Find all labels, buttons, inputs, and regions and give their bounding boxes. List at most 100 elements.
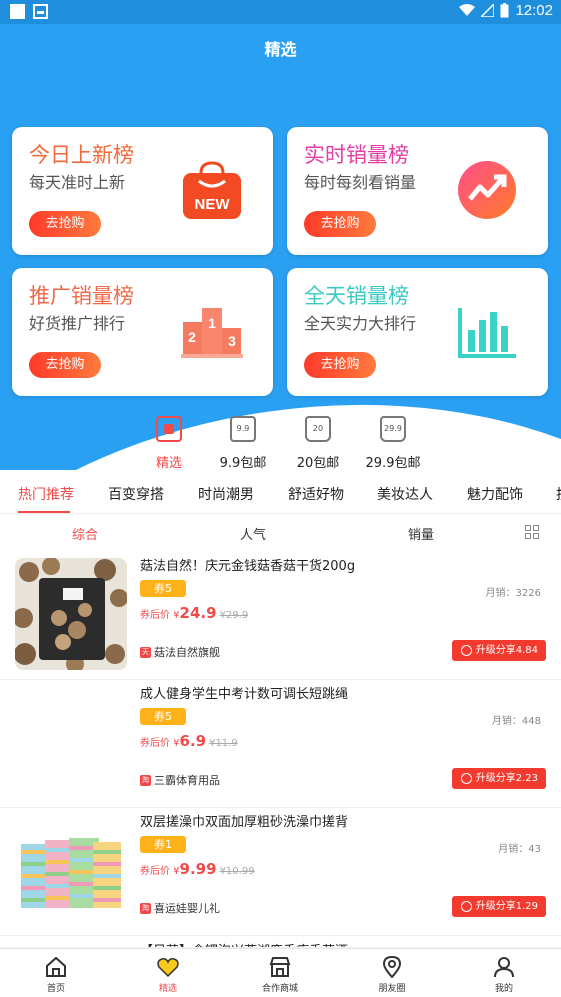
rank-card-title: 实时销量榜	[304, 143, 409, 167]
bar-chart-icon	[456, 300, 518, 362]
tab-outfits[interactable]: 百变穿搭	[108, 484, 164, 504]
tab-hot[interactable]: 热门推荐	[18, 484, 74, 504]
sort-composite[interactable]: 综合	[72, 524, 98, 543]
nav-store[interactable]: 合作商城	[240, 952, 320, 994]
image-notification-icon	[33, 4, 48, 19]
user-icon	[493, 956, 515, 978]
category-299[interactable]: 29.9 29.9包邮	[358, 408, 428, 471]
podium-icon: 2 1 3	[181, 300, 243, 362]
shop-icon: 淘	[140, 774, 151, 786]
category-tabs: 热门推荐 百变穿搭 时尚潮男 舒适好物 美妆达人 魅力配饰 技	[0, 476, 561, 514]
home-icon	[45, 956, 67, 978]
bottom-nav: 首页 精选 合作商城 朋友圈 我的	[0, 948, 561, 997]
sort-sales[interactable]: 销量	[408, 524, 434, 543]
featured-icon	[156, 416, 182, 442]
shop-info[interactable]: 淘 喜运娃婴儿礼	[140, 900, 220, 916]
price-label: 券后价 ¥	[140, 738, 180, 749]
grab-button[interactable]: 去抢购	[29, 211, 101, 237]
grab-button[interactable]: 去抢购	[304, 352, 376, 378]
tag-99-icon: 9.9	[230, 416, 256, 442]
original-price: ¥29.9	[219, 610, 249, 621]
grab-button[interactable]: 去抢购	[29, 352, 101, 378]
rank-card-subtitle: 每天准时上新	[29, 173, 126, 192]
category-label: 29.9包邮	[365, 456, 421, 471]
notification-icon	[10, 4, 25, 19]
category-20[interactable]: 20 20包邮	[283, 408, 353, 471]
price-label: 券后价 ¥	[140, 866, 180, 877]
tab-underline	[18, 511, 70, 513]
podium-label: 3	[228, 333, 236, 349]
product-title[interactable]: 【日草】食锶泡兴燕湖鹿香瘤香菇酒	[140, 940, 348, 947]
shop-name: 菇法自然旗舰	[154, 646, 220, 659]
category-label: 精选	[155, 456, 182, 471]
podium-label: 1	[208, 315, 216, 331]
tab-beauty[interactable]: 美妆达人	[377, 484, 433, 504]
nav-featured[interactable]: 精选	[128, 952, 208, 994]
category-label: 20包邮	[296, 456, 340, 471]
share-button[interactable]: 升级分享4.84	[451, 640, 546, 661]
rank-card-new[interactable]: 今日上新榜 每天准时上新 去抢购 NEW	[12, 127, 273, 255]
category-label: 9.9包邮	[219, 456, 267, 471]
nav-label: 我的	[494, 984, 513, 994]
tab-comfort[interactable]: 舒适好物	[288, 484, 344, 504]
rank-card-allday[interactable]: 全天销量榜 全天实力大排行 去抢购	[287, 268, 548, 396]
shop-icon: 天猫	[140, 646, 151, 667]
nav-moments[interactable]: 朋友圈	[352, 952, 432, 994]
signal-icon	[481, 4, 495, 17]
product-title[interactable]: 双层搓澡巾双面加厚粗砂洗澡巾搓背	[140, 811, 348, 830]
product-card[interactable]: 菇法自然！庆元金钱菇香菇干货200g 券5 月销：3226 券后价 ¥24.9 ¥…	[0, 552, 561, 680]
store-icon	[269, 956, 291, 978]
shop-info[interactable]: 天猫 菇法自然旗舰	[140, 644, 220, 667]
product-price: 券后价 ¥9.99 ¥10.99	[140, 860, 255, 878]
category-99[interactable]: 9.9 9.9包邮	[208, 408, 278, 471]
rank-card-realtime[interactable]: 实时销量榜 每时每刻看销量 去抢购	[287, 127, 548, 255]
shop-info[interactable]: 淘 三霸体育用品	[140, 772, 220, 788]
rank-card-promotion[interactable]: 推广销量榜 好货推广排行 去抢购 2 1 3	[12, 268, 273, 396]
nav-profile[interactable]: 我的	[464, 952, 544, 994]
rank-card-title: 推广销量榜	[29, 284, 134, 308]
nav-label: 合作商城	[261, 984, 298, 994]
coupon-badge: 券5	[140, 708, 186, 725]
product-image[interactable]	[15, 558, 127, 670]
nav-label: 精选	[158, 984, 177, 994]
share-button[interactable]: 升级分享2.23	[451, 768, 546, 789]
status-bar: 12:02	[0, 0, 561, 24]
coupon-badge: 券1	[140, 836, 186, 853]
shop-icon: 淘	[140, 902, 151, 914]
price-value: 9.99	[179, 860, 217, 878]
product-price: 券后价 ¥24.9 ¥29.9	[140, 604, 248, 622]
category-featured[interactable]: 精选	[134, 408, 204, 471]
original-price: ¥11.9	[209, 738, 238, 749]
bag-20-icon: 20	[305, 416, 331, 442]
product-title[interactable]: 菇法自然！庆元金钱菇香菇干货200g	[140, 555, 355, 574]
rank-card-title: 全天销量榜	[304, 284, 409, 308]
monthly-sales: 月销：43	[498, 844, 541, 855]
monthly-sales: 月销：448	[491, 716, 541, 727]
product-title[interactable]: 成人健身学生中考计数可调长短跳绳	[140, 683, 348, 702]
new-badge-text: NEW	[195, 196, 231, 213]
nav-label: 首页	[46, 984, 65, 994]
sort-popularity[interactable]: 人气	[240, 524, 266, 543]
wifi-icon	[459, 4, 476, 16]
share-button[interactable]: 升级分享1.29	[451, 896, 546, 917]
product-image[interactable]	[15, 686, 127, 798]
product-card[interactable]: 【日草】食锶泡兴燕湖鹿香瘤香菇酒	[0, 936, 561, 948]
podium-label: 2	[188, 329, 196, 345]
shop-name: 喜运娃婴儿礼	[154, 902, 220, 915]
nav-home[interactable]: 首页	[16, 952, 96, 994]
new-shopping-bag-icon: NEW	[181, 159, 243, 221]
tab-more[interactable]: 技	[556, 484, 561, 504]
heart-icon	[157, 956, 179, 978]
tab-accessories[interactable]: 魅力配饰	[467, 484, 523, 504]
product-card[interactable]: 成人健身学生中考计数可调长短跳绳 券5 月销：448 券后价 ¥6.9 ¥11.9…	[0, 680, 561, 808]
grab-button[interactable]: 去抢购	[304, 211, 376, 237]
product-image[interactable]	[15, 814, 127, 926]
nav-label: 朋友圈	[378, 984, 406, 994]
page-title: 精选	[264, 40, 297, 59]
product-card[interactable]: 双层搓澡巾双面加厚粗砂洗澡巾搓背 券1 月销：43 券后价 ¥9.99 ¥10.9…	[0, 808, 561, 936]
sort-bar: 综合 人气 销量	[0, 514, 561, 552]
grid-view-icon[interactable]	[525, 525, 539, 539]
battery-icon	[500, 3, 509, 18]
tab-men-fashion[interactable]: 时尚潮男	[198, 484, 254, 504]
status-time: 12:02	[515, 2, 553, 19]
